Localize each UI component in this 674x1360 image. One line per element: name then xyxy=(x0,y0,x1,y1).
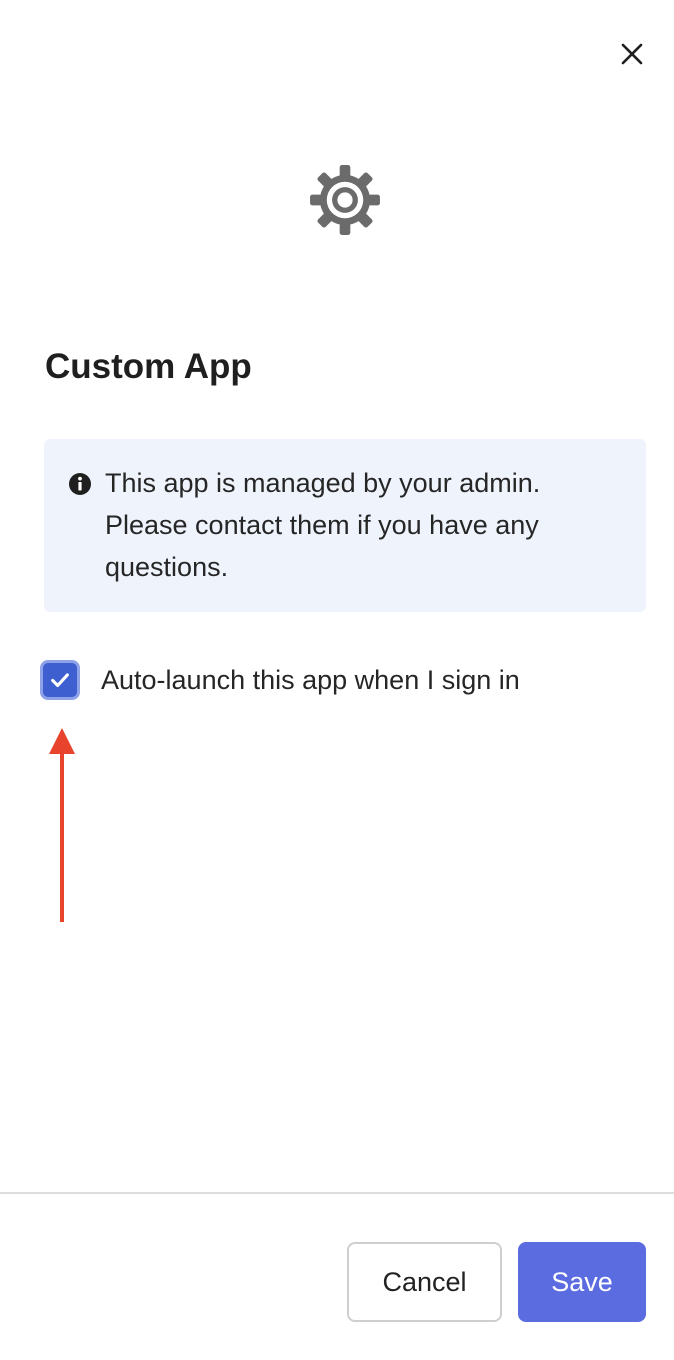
cancel-button[interactable]: Cancel xyxy=(347,1242,502,1322)
custom-app-dialog: Custom App This app is managed by your a… xyxy=(0,0,674,1360)
info-icon xyxy=(69,473,91,495)
auto-launch-option[interactable]: Auto-launch this app when I sign in xyxy=(40,660,520,700)
dialog-title: Custom App xyxy=(45,347,252,386)
checkmark-icon xyxy=(51,673,69,688)
admin-notice: This app is managed by your admin. Pleas… xyxy=(44,439,646,612)
footer-divider xyxy=(0,1192,674,1194)
close-icon xyxy=(621,43,643,65)
notice-text: This app is managed by your admin. Pleas… xyxy=(105,468,541,582)
annotation-arrow-icon xyxy=(49,728,75,922)
auto-launch-checkbox[interactable] xyxy=(40,660,80,700)
auto-launch-label: Auto-launch this app when I sign in xyxy=(101,664,520,695)
gear-icon xyxy=(310,165,380,235)
save-button[interactable]: Save xyxy=(518,1242,646,1322)
close-button[interactable] xyxy=(612,34,652,74)
